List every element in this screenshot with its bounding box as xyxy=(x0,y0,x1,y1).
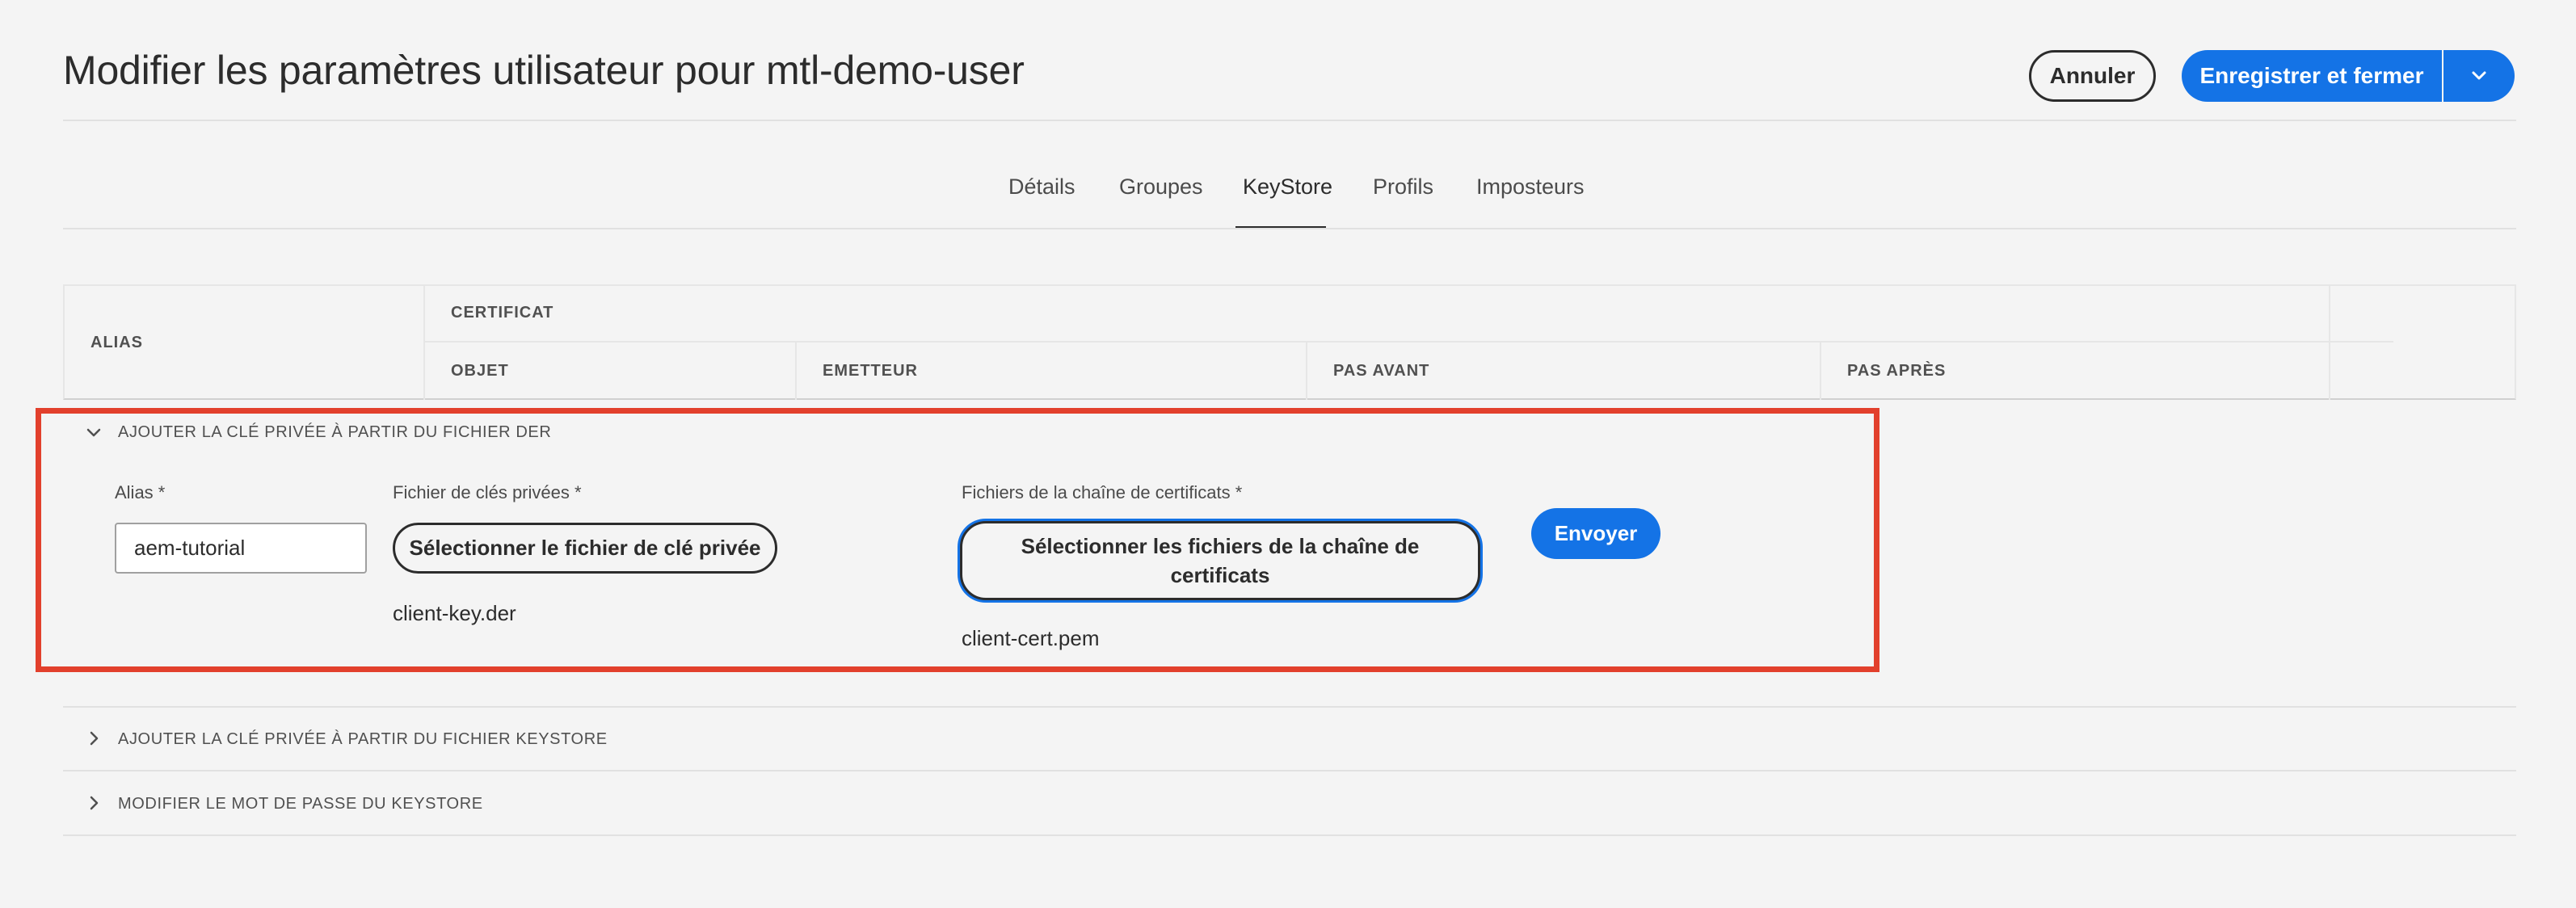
chevron-right-icon xyxy=(90,796,99,810)
tabs-divider xyxy=(63,228,2516,229)
tab-keystore[interactable]: KeyStore xyxy=(1243,174,1332,200)
column-divider xyxy=(423,286,425,400)
chevron-down-icon xyxy=(2472,71,2486,80)
column-not-after: PAS APRÈS xyxy=(1847,362,1947,380)
page-title: Modifier les paramètres utilisateur pour… xyxy=(63,48,1025,93)
tab-impersonators[interactable]: Imposteurs xyxy=(1476,174,1585,200)
column-subject: OBJET xyxy=(451,362,509,380)
accordion-keystore-header[interactable]: AJOUTER LA CLÉ PRIVÉE À PARTIR DU FICHIE… xyxy=(84,727,633,751)
column-not-before: PAS AVANT xyxy=(1333,362,1430,380)
accordion-divider xyxy=(63,706,2516,708)
keystore-table-header: ALIAS CERTIFICAT OBJET EMETTEUR PAS AVAN… xyxy=(63,284,2516,400)
column-certificate: CERTIFICAT xyxy=(451,304,554,322)
accordion-divider xyxy=(63,834,2516,836)
chevron-right-icon xyxy=(90,731,99,746)
tab-profiles[interactable]: Profils xyxy=(1373,174,1433,200)
accordion-divider xyxy=(63,770,2516,771)
column-divider xyxy=(1306,341,1307,400)
column-divider xyxy=(795,341,797,400)
header-divider xyxy=(63,120,2516,121)
accordion-keystore-label: AJOUTER LA CLÉ PRIVÉE À PARTIR DU FICHIE… xyxy=(118,730,608,748)
save-options-dropdown-button[interactable] xyxy=(2443,50,2515,102)
save-close-button[interactable]: Enregistrer et fermer xyxy=(2182,50,2442,102)
column-alias: ALIAS xyxy=(90,334,143,351)
column-divider xyxy=(1820,341,1821,400)
tab-groups[interactable]: Groupes xyxy=(1119,174,1203,200)
column-issuer: EMETTEUR xyxy=(823,362,918,380)
header-row-divider xyxy=(423,341,2393,343)
accordion-password-label: MODIFIER LE MOT DE PASSE DU KEYSTORE xyxy=(118,795,483,813)
accordion-password-header[interactable]: MODIFIER LE MOT DE PASSE DU KEYSTORE xyxy=(84,792,488,816)
highlight-box xyxy=(36,408,1879,672)
tab-bar: Détails Groupes KeyStore Profils Imposte… xyxy=(0,174,2576,231)
tab-details[interactable]: Détails xyxy=(1008,174,1075,200)
cancel-button[interactable]: Annuler xyxy=(2029,50,2156,102)
column-divider xyxy=(2329,286,2330,400)
